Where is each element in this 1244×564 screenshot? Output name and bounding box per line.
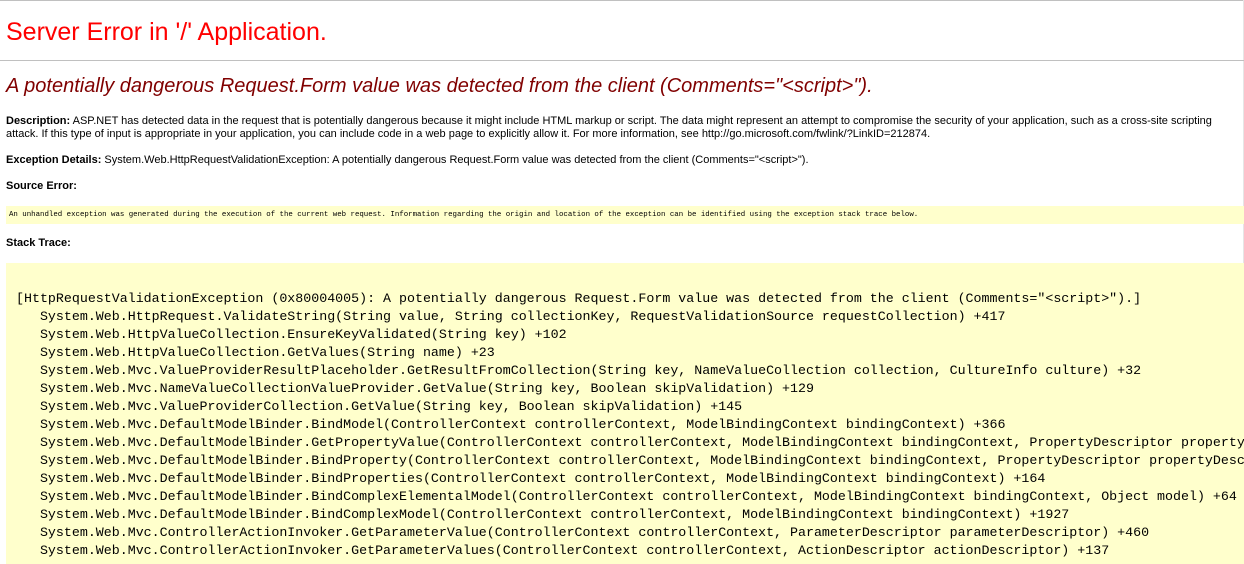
stack-trace-line: System.Web.Mvc.DefaultModelBinder.BindPr… — [39, 471, 1046, 486]
stack-trace-box: [HttpRequestValidationException (0x80004… — [6, 263, 1244, 564]
stack-trace-line: System.Web.Mvc.DefaultModelBinder.BindCo… — [39, 507, 1070, 522]
stack-trace-line: System.Web.Mvc.DefaultModelBinder.BindMo… — [39, 417, 1006, 432]
stack-trace-line: System.Web.HttpValueCollection.GetValues… — [39, 345, 495, 360]
source-error-box: An unhandled exception was generated dur… — [6, 206, 1244, 224]
error-subtitle: A potentially dangerous Request.Form val… — [6, 75, 873, 97]
stack-trace-line: System.Web.Mvc.DefaultModelBinder.GetPro… — [39, 435, 1244, 450]
stack-trace-line: System.Web.HttpRequest.ValidateString(St… — [39, 309, 1006, 324]
stack-trace-text: [HttpRequestValidationException (0x80004… — [16, 290, 1244, 560]
source-error-heading: Source Error: — [6, 180, 77, 192]
page-title: Server Error in '/' Application. — [6, 18, 327, 46]
stack-trace-line: System.Web.HttpValueCollection.EnsureKey… — [39, 327, 567, 342]
stack-trace-heading: Stack Trace: — [6, 237, 71, 249]
exception-text: System.Web.HttpRequestValidationExceptio… — [101, 154, 809, 166]
top-border — [0, 0, 1244, 1]
stack-trace-line: System.Web.Mvc.DefaultModelBinder.BindPr… — [39, 453, 1244, 468]
stack-trace-line: System.Web.Mvc.ValueProviderResultPlaceh… — [39, 363, 1142, 378]
stack-trace-line: System.Web.Mvc.ControllerActionInvoker.G… — [39, 525, 1150, 540]
description-paragraph: Description: ASP.NET has detected data i… — [6, 115, 1244, 141]
stack-trace-line: System.Web.Mvc.ControllerActionInvoker.G… — [39, 543, 1110, 558]
stack-trace-line: System.Web.Mvc.DefaultModelBinder.BindCo… — [39, 489, 1237, 504]
exception-details: Exception Details: System.Web.HttpReques… — [6, 154, 1244, 167]
exception-label: Exception Details: — [6, 154, 102, 166]
title-divider — [0, 60, 1244, 61]
source-error-text: An unhandled exception was generated dur… — [9, 211, 919, 219]
description-label: Description: — [6, 115, 71, 127]
stack-trace-line: System.Web.Mvc.NameValueCollectionValueP… — [39, 381, 814, 396]
description-text: ASP.NET has detected data in the request… — [6, 115, 1212, 140]
stack-trace-line: System.Web.Mvc.ValueProviderCollection.G… — [39, 399, 743, 414]
stack-trace-line: [HttpRequestValidationException (0x80004… — [16, 291, 1142, 306]
